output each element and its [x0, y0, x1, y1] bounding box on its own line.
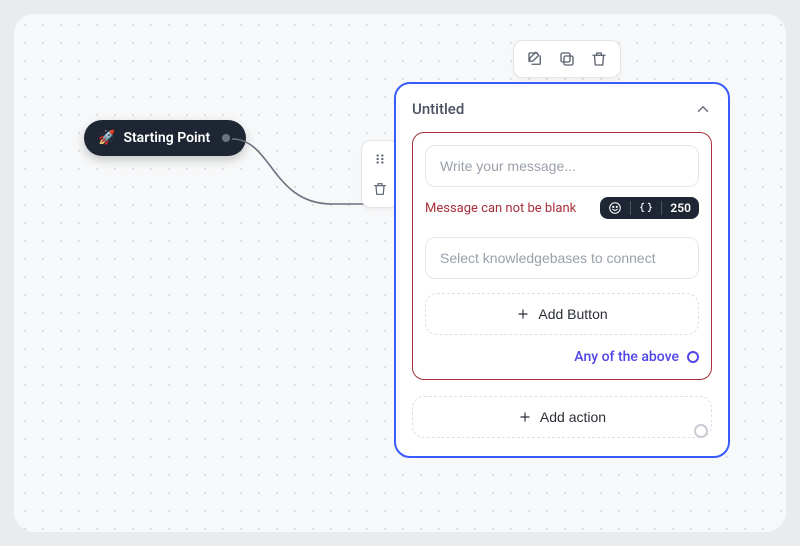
chevron-up-icon[interactable]: [694, 100, 712, 118]
rocket-icon: 🚀: [98, 130, 115, 146]
message-tools-pill: 250: [600, 197, 699, 219]
card-title[interactable]: Untitled: [412, 100, 464, 118]
trash-icon[interactable]: [370, 179, 390, 199]
add-button[interactable]: Add Button: [425, 293, 699, 335]
trash-icon[interactable]: [588, 48, 610, 70]
plus-icon: [518, 410, 532, 424]
add-action-button[interactable]: Add action: [412, 396, 712, 438]
any-of-above-option[interactable]: Any of the above: [425, 349, 699, 365]
knowledgebase-select[interactable]: [425, 237, 699, 279]
message-input[interactable]: [425, 145, 699, 187]
plus-icon: [516, 307, 530, 321]
flow-canvas[interactable]: 🚀 Starting Point Untitled: [14, 14, 786, 532]
note-edit-icon[interactable]: [524, 48, 546, 70]
add-action-label: Add action: [540, 409, 606, 425]
any-of-above-label: Any of the above: [574, 349, 679, 365]
any-output-port[interactable]: [687, 351, 699, 363]
node-output-port[interactable]: [222, 134, 230, 142]
char-counter: 250: [670, 201, 691, 215]
card-header: Untitled: [412, 100, 712, 118]
message-section: Message can not be blank 250: [412, 132, 712, 380]
message-node-card[interactable]: Untitled Message can not be blank: [394, 82, 730, 458]
node-output-port[interactable]: [694, 424, 708, 438]
starting-point-label: Starting Point: [123, 130, 210, 146]
add-button-label: Add Button: [538, 306, 607, 322]
starting-point-node[interactable]: 🚀 Starting Point: [84, 120, 246, 156]
braces-icon[interactable]: [639, 201, 653, 215]
drag-handle-icon[interactable]: [370, 149, 390, 169]
emoji-icon[interactable]: [608, 201, 622, 215]
copy-icon[interactable]: [556, 48, 578, 70]
message-error-text: Message can not be blank: [425, 201, 592, 216]
node-top-toolbar: [513, 40, 621, 78]
